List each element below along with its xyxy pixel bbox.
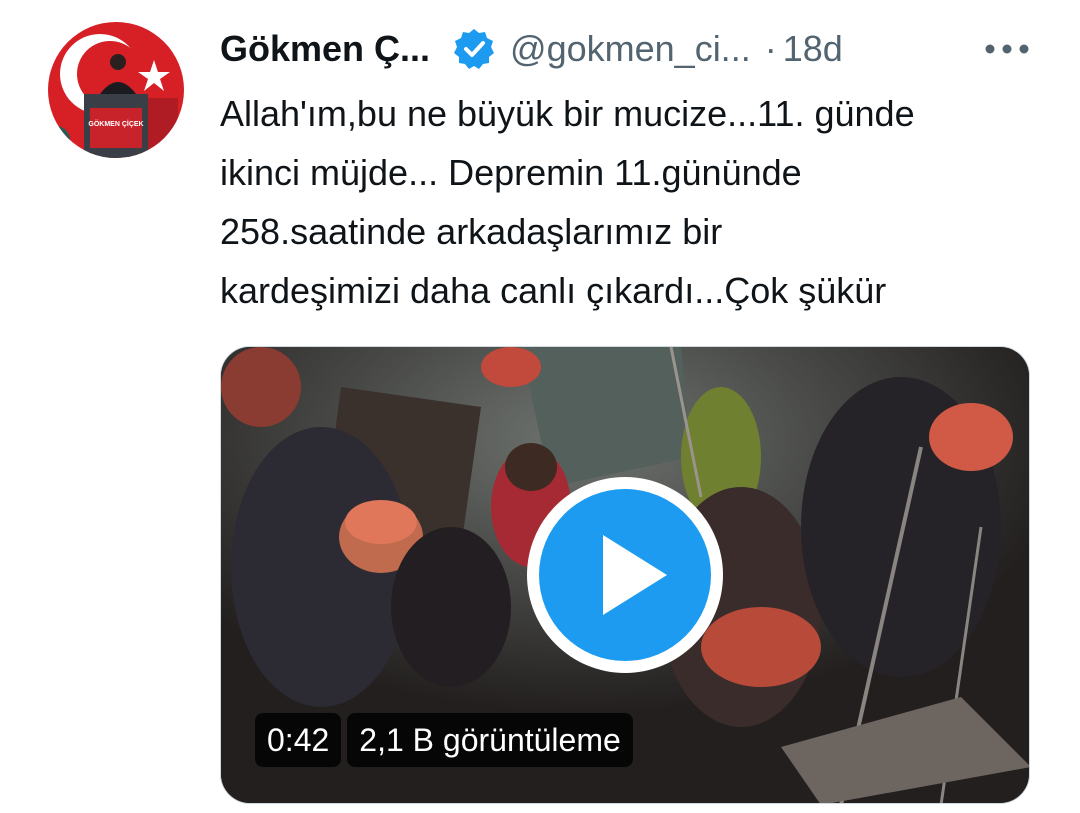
more-options-icon[interactable] bbox=[980, 34, 1034, 64]
tweet-header: Gökmen Ç... @gokmen_ci... · 18d bbox=[220, 24, 843, 74]
video-duration: 0:42 bbox=[255, 713, 342, 767]
tweet-text-line: ikinci müjde... Depremin 11.gününde bbox=[220, 152, 802, 193]
tweet-text-line: 258.saatinde arkadaşlarımız bir bbox=[220, 211, 723, 252]
video-badges: 0:42 2,1 B görüntüleme bbox=[255, 713, 633, 767]
tweet-text: Allah'ım,bu ne büyük bir mucize...11. gü… bbox=[220, 84, 1050, 320]
verified-badge-icon bbox=[452, 27, 496, 71]
avatar[interactable]: GÖKMEN ÇİÇEK bbox=[48, 22, 184, 158]
display-name[interactable]: Gökmen Ç... bbox=[220, 28, 430, 70]
separator: · bbox=[764, 28, 777, 69]
view-count: 2,1 B görüntüleme bbox=[347, 713, 633, 767]
video-player[interactable]: 0:42 2,1 B görüntüleme bbox=[220, 346, 1030, 804]
avatar-caption: GÖKMEN ÇİÇEK bbox=[88, 119, 143, 128]
timestamp[interactable]: 18d bbox=[783, 28, 843, 70]
tweet[interactable]: GÖKMEN ÇİÇEK Gökmen Ç... @gokmen_ci... ·… bbox=[0, 0, 1080, 813]
handle[interactable]: @gokmen_ci... bbox=[510, 28, 751, 70]
play-icon bbox=[603, 535, 667, 615]
play-button[interactable] bbox=[527, 477, 723, 673]
tweet-text-line: Allah'ım,bu ne büyük bir mucize...11. gü… bbox=[220, 93, 915, 134]
tweet-text-line: kardeşimizi daha canlı çıkardı...Çok şük… bbox=[220, 270, 887, 311]
